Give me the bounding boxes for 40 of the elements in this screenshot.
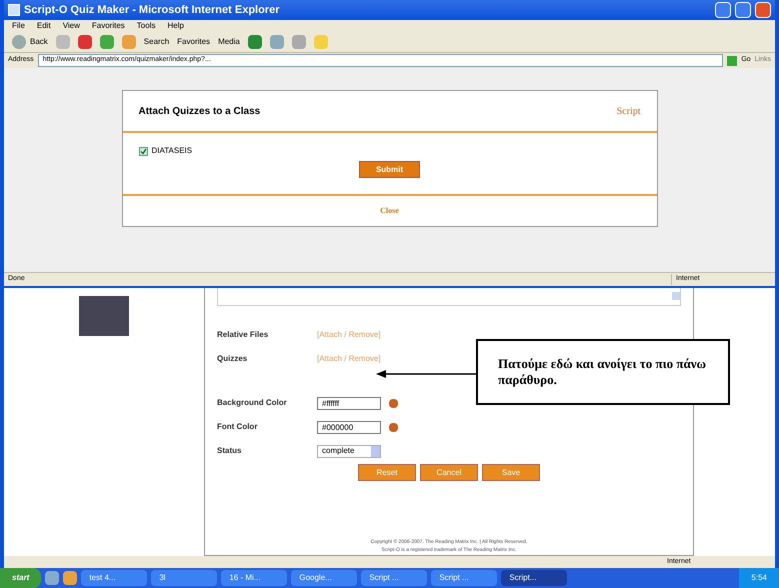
field-label: Quizzes bbox=[217, 353, 248, 365]
taskbar-button[interactable]: 3l bbox=[151, 570, 218, 586]
menu-item[interactable]: File bbox=[12, 20, 25, 32]
media-button[interactable]: Media bbox=[218, 36, 240, 48]
back-button[interactable]: Back bbox=[12, 35, 48, 49]
taskbar-button[interactable]: Script ... bbox=[361, 570, 428, 586]
window-title: Script-O Quiz Maker - Microsoft Internet Explorer bbox=[24, 2, 280, 18]
menu-item[interactable]: Tools bbox=[136, 20, 156, 32]
taskbar-button[interactable]: Script ... bbox=[431, 570, 498, 586]
photo-placeholder bbox=[79, 296, 129, 336]
search-button[interactable]: Search bbox=[144, 36, 170, 48]
field-label: Relative Files bbox=[217, 329, 270, 341]
taskbar-button[interactable]: test 4... bbox=[81, 570, 148, 586]
menu-item[interactable]: View bbox=[62, 20, 80, 32]
field-label: Font Color bbox=[217, 421, 258, 433]
menu-item[interactable]: Edit bbox=[36, 20, 51, 32]
class-label: DIATASEIS bbox=[152, 145, 192, 157]
start-button[interactable]: start bbox=[0, 568, 42, 588]
clock: 5:54 bbox=[751, 572, 767, 584]
menu-item[interactable]: Favorites bbox=[92, 20, 125, 32]
color-field[interactable]: #ffffff bbox=[317, 396, 381, 410]
checkbox[interactable] bbox=[138, 146, 148, 156]
minimize-button[interactable] bbox=[715, 2, 731, 18]
status-select[interactable]: complete bbox=[317, 444, 381, 458]
callout-box: Πατούμε εδώ και ανοίγει το πιο πάνω παράθυρο. bbox=[476, 339, 730, 405]
close-button[interactable] bbox=[755, 2, 771, 18]
taskbar-button[interactable]: Script... bbox=[501, 570, 568, 586]
dialog-title: Attach Quizzes to a Class bbox=[138, 104, 260, 118]
logo: Script bbox=[616, 104, 640, 118]
favorites-button[interactable]: Favorites bbox=[177, 36, 210, 48]
maximize-button[interactable] bbox=[735, 2, 751, 18]
field-label: Status bbox=[217, 445, 242, 457]
tick-icon bbox=[140, 148, 146, 154]
field-label: Background Color bbox=[217, 397, 288, 409]
color-field[interactable]: #000000 bbox=[317, 420, 381, 434]
text-area[interactable] bbox=[217, 288, 681, 306]
taskbar-button[interactable]: 16 - Mi... bbox=[221, 570, 288, 586]
taskbar-button[interactable]: Google... bbox=[291, 570, 358, 586]
menu-item[interactable]: Help bbox=[167, 20, 184, 32]
window-icon bbox=[8, 4, 20, 16]
